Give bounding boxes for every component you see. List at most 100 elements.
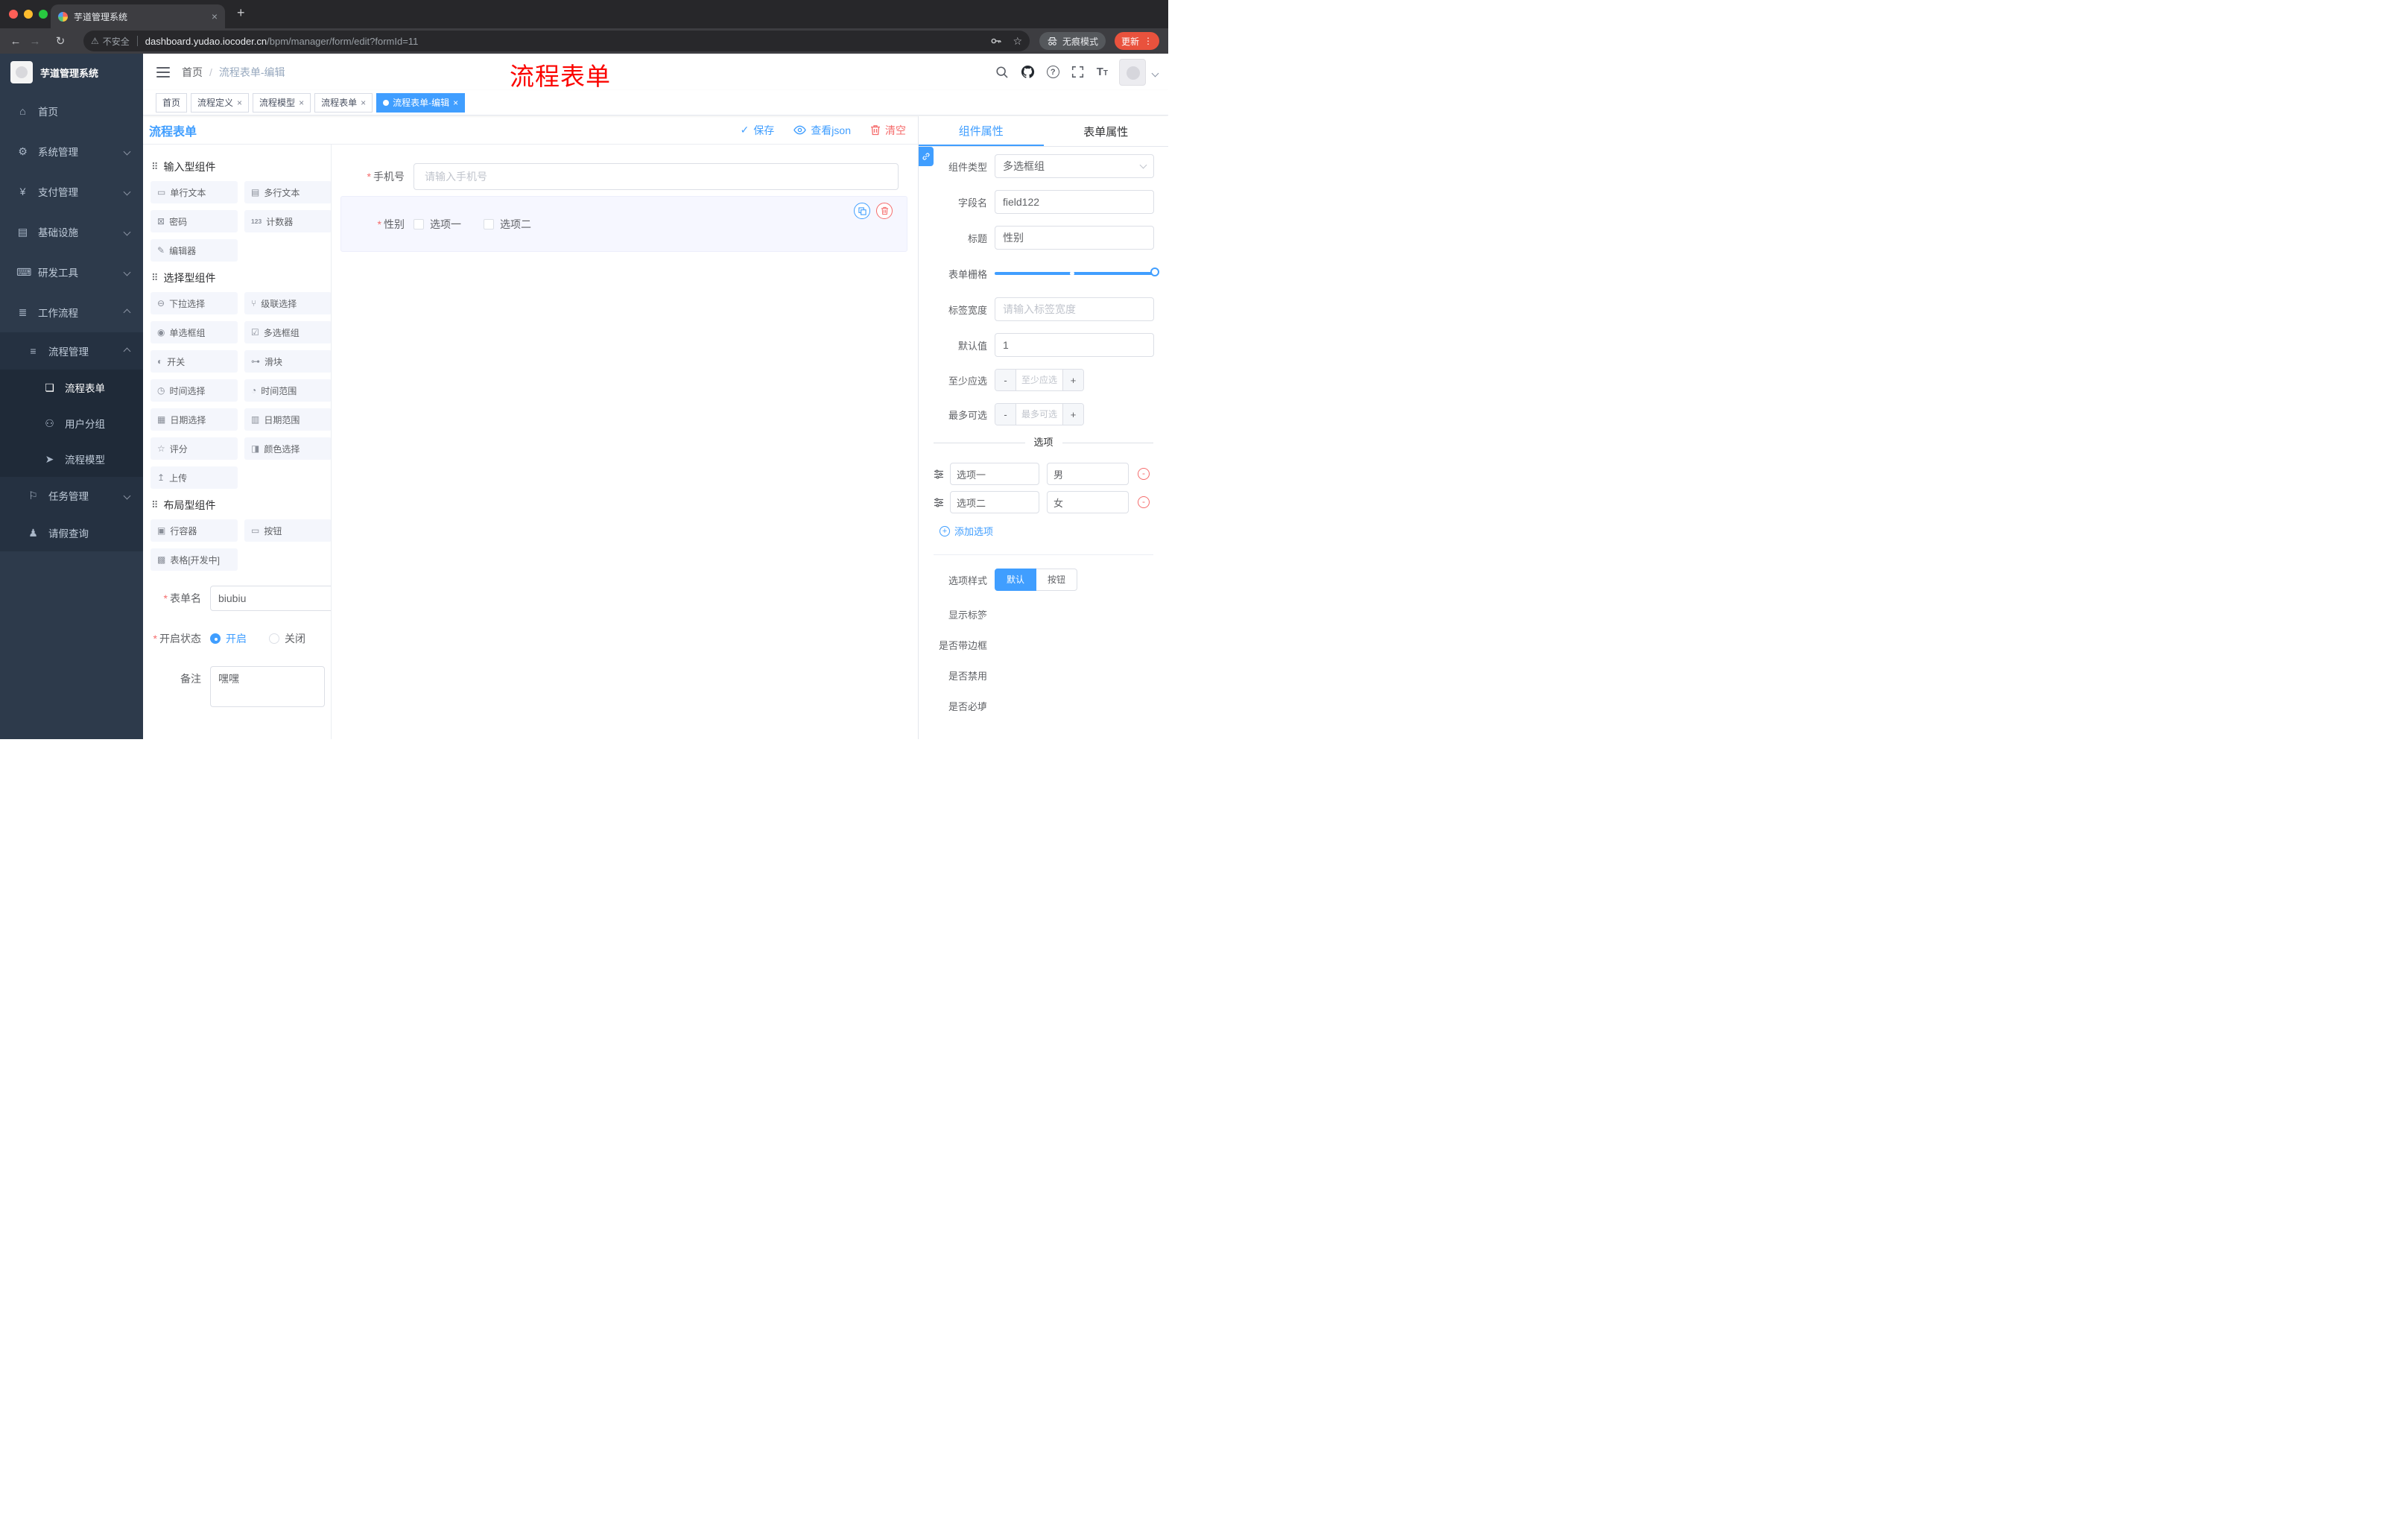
github-icon[interactable]	[1021, 65, 1036, 80]
palette-item-cascader[interactable]: ⑂ 级联选择	[244, 292, 331, 314]
forward-icon[interactable]: →	[25, 35, 45, 48]
save-button[interactable]: ✓ 保存	[741, 123, 775, 138]
form-remark-textarea[interactable]: 嘿嘿	[210, 666, 325, 707]
chevron-down-icon[interactable]	[1151, 66, 1159, 78]
plus-button[interactable]: +	[1062, 404, 1083, 425]
drag-handle-icon[interactable]	[934, 469, 944, 479]
close-icon[interactable]: ×	[237, 98, 242, 107]
component-type-select[interactable]: 多选框组	[995, 154, 1154, 178]
tag-process-form[interactable]: 流程表单 ×	[314, 92, 373, 113]
tab-component-props[interactable]: 组件属性	[919, 116, 1044, 146]
minus-button[interactable]: -	[995, 370, 1016, 390]
palette-item-radio-group[interactable]: ◉ 单选框组	[150, 321, 238, 343]
clear-button[interactable]: 清空	[870, 123, 906, 138]
minimize-window-button[interactable]	[24, 10, 33, 19]
radio-status-off[interactable]: 关闭	[269, 631, 305, 646]
option2-value-input[interactable]	[1047, 491, 1129, 513]
tab-close-icon[interactable]: ×	[212, 11, 218, 22]
sidebar-item-user-group[interactable]: ⚇ 用户分组	[0, 405, 143, 441]
palette-item-button[interactable]: ▭ 按钮	[244, 519, 331, 542]
sidebar-item-leave-query[interactable]: ♟ 请假查询	[0, 514, 143, 551]
security-label[interactable]: 不安全	[103, 35, 130, 48]
label-width-input[interactable]	[995, 297, 1154, 321]
palette-item-switch[interactable]: ◐ 开关	[150, 350, 238, 373]
drag-handle-icon[interactable]	[934, 497, 944, 507]
copy-widget-button[interactable]	[854, 203, 870, 219]
app-logo-row[interactable]: 芋道管理系统	[0, 54, 143, 91]
avatar[interactable]	[1119, 58, 1146, 86]
segment-default[interactable]: 默认	[995, 569, 1037, 591]
palette-item-checkbox-group[interactable]: ☑ 多选框组	[244, 321, 331, 343]
palette-item-multi-text[interactable]: ▤ 多行文本	[244, 181, 331, 203]
slider-handle[interactable]	[1150, 267, 1159, 276]
palette-item-row-container[interactable]: ▣ 行容器	[150, 519, 238, 542]
close-icon[interactable]: ×	[361, 98, 366, 107]
option1-name-input[interactable]	[950, 463, 1039, 485]
close-window-button[interactable]	[9, 10, 18, 19]
slider-track[interactable]	[995, 267, 1159, 276]
field-name-input[interactable]	[995, 190, 1154, 214]
palette-item-upload[interactable]: ↥ 上传	[150, 466, 238, 489]
palette-item-slider[interactable]: ⊶ 滑块	[244, 350, 331, 373]
sidebar-item-devtools[interactable]: ⌨ 研发工具	[0, 252, 143, 292]
sidebar-item-payment[interactable]: ¥ 支付管理	[0, 171, 143, 212]
zoom-window-button[interactable]	[39, 10, 48, 19]
search-icon[interactable]	[995, 65, 1010, 80]
palette-item-single-text[interactable]: ▭ 单行文本	[150, 181, 238, 203]
new-tab-button[interactable]: +	[237, 6, 245, 19]
address-bar[interactable]: ⚠ 不安全 dashboard.yudao.iocoder.cn /bpm/ma…	[83, 31, 1030, 51]
sidebar-item-process-model[interactable]: ➤ 流程模型	[0, 441, 143, 477]
sidebar-item-task-management[interactable]: ⚐ 任务管理	[0, 477, 143, 514]
max-input[interactable]	[1016, 404, 1062, 425]
minus-button[interactable]: -	[995, 404, 1016, 425]
palette-item-color-picker[interactable]: ◨ 颜色选择	[244, 437, 331, 460]
checkbox-option2[interactable]: 选项二	[484, 217, 531, 232]
close-icon[interactable]: ×	[299, 98, 304, 107]
password-key-icon[interactable]	[990, 35, 1002, 47]
option1-value-input[interactable]	[1047, 463, 1129, 485]
back-icon[interactable]: ←	[6, 35, 25, 48]
selected-widget-gender[interactable]: * 性别 选项一 选项二	[340, 196, 907, 252]
bookmark-star-icon[interactable]: ☆	[1013, 35, 1022, 48]
add-option-button[interactable]: + 添加选项	[940, 524, 1153, 538]
tab-form-props[interactable]: 表单属性	[1044, 116, 1169, 146]
sidebar-item-home[interactable]: ⌂ 首页	[0, 91, 143, 131]
breadcrumb-home[interactable]: 首页	[182, 65, 203, 80]
tag-home[interactable]: 首页	[156, 92, 188, 113]
checkbox-option1[interactable]: 选项一	[414, 217, 461, 232]
title-input[interactable]	[995, 226, 1154, 250]
help-icon[interactable]: ?	[1046, 66, 1059, 78]
remove-option-button[interactable]: -	[1138, 468, 1150, 480]
segment-button[interactable]: 按钮	[1036, 569, 1078, 591]
option2-name-input[interactable]	[950, 491, 1039, 513]
grid-slider[interactable]	[995, 262, 1159, 285]
browser-menu-icon[interactable]: ⋮	[1144, 36, 1153, 46]
palette-item-editor[interactable]: ✎ 编辑器	[150, 239, 238, 262]
sidebar-item-process-form[interactable]: ❏ 流程表单	[0, 370, 143, 405]
form-name-input[interactable]	[210, 586, 331, 611]
view-json-button[interactable]: 查看json	[793, 123, 851, 138]
palette-item-time-range[interactable]: ◔ 时间范围	[244, 379, 331, 402]
tag-process-model[interactable]: 流程模型 ×	[253, 92, 311, 113]
default-value-input[interactable]	[995, 333, 1154, 357]
plus-button[interactable]: +	[1062, 370, 1083, 390]
sidebar-item-infrastructure[interactable]: ▤ 基础设施	[0, 212, 143, 252]
checkbox-box[interactable]	[484, 218, 494, 229]
update-browser-button[interactable]: 更新 ⋮	[1114, 32, 1159, 50]
palette-item-counter[interactable]: 123 计数器	[244, 210, 331, 232]
hamburger-icon[interactable]	[156, 66, 170, 77]
sidebar-item-workflow[interactable]: ≣ 工作流程	[0, 292, 143, 332]
fullscreen-icon[interactable]	[1071, 65, 1086, 80]
browser-tab[interactable]: 芋道管理系统 ×	[51, 4, 225, 28]
palette-item-select[interactable]: ⊖ 下拉选择	[150, 292, 238, 314]
delete-widget-button[interactable]	[876, 203, 893, 219]
phone-input[interactable]	[414, 163, 899, 190]
remove-option-button[interactable]: -	[1138, 496, 1150, 508]
tag-process-form-edit[interactable]: 流程表单-编辑 ×	[376, 92, 466, 113]
palette-item-password[interactable]: ⊠ 密码	[150, 210, 238, 232]
reload-icon[interactable]: ↻	[51, 34, 70, 48]
min-input[interactable]	[1016, 370, 1062, 390]
tag-process-definition[interactable]: 流程定义 ×	[191, 92, 250, 113]
radio-status-on[interactable]: 开启	[210, 631, 247, 646]
palette-item-table[interactable]: ▩ 表格[开发中]	[150, 548, 238, 571]
